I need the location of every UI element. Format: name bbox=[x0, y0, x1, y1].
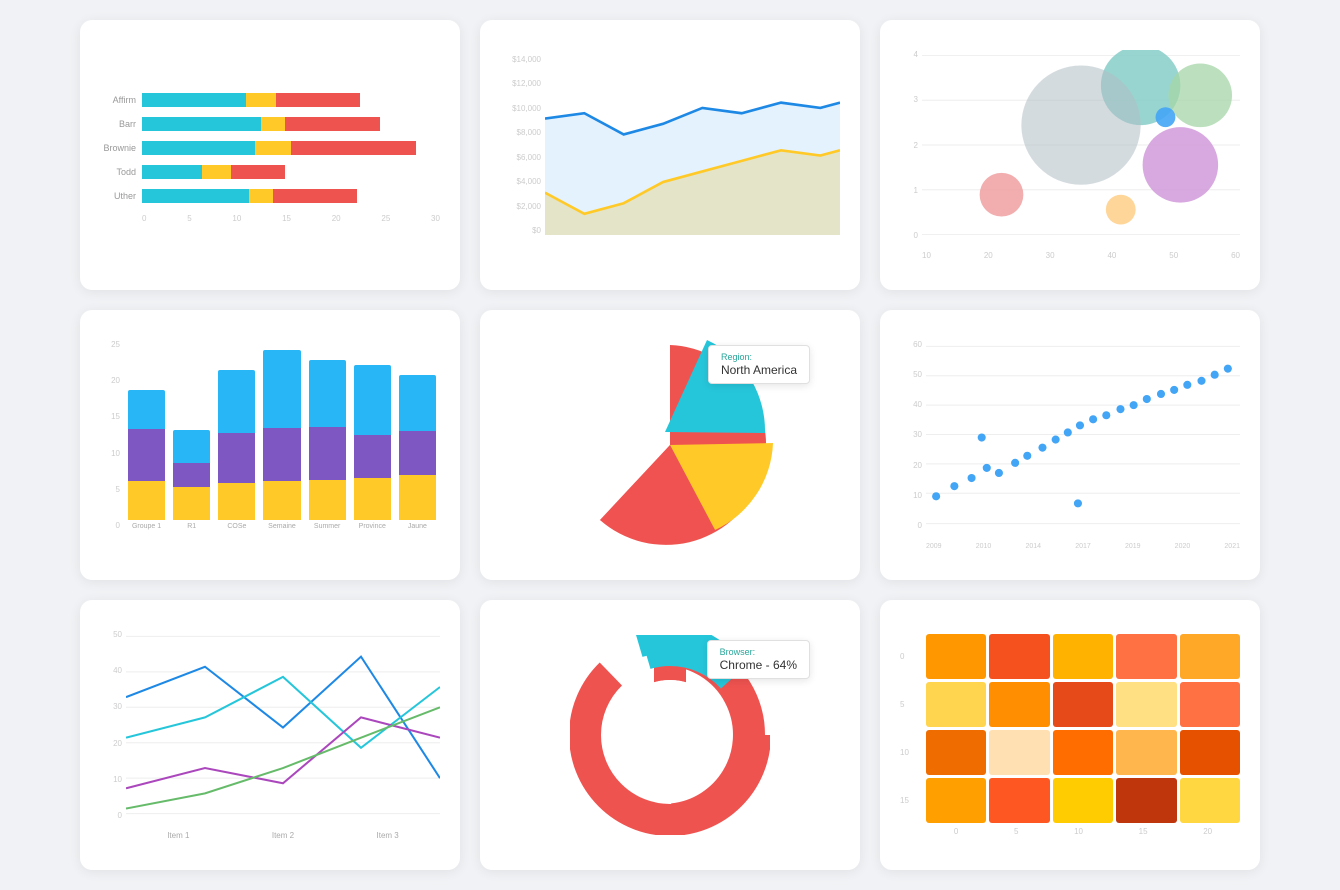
bubble-xlabel-1: 20 bbox=[984, 251, 993, 260]
bubble-ylabel-0: 4 bbox=[914, 50, 918, 59]
multiline-xlabel-0: Item 1 bbox=[167, 831, 189, 840]
sbar-ylabel-4: 5 bbox=[116, 485, 120, 494]
area-ylabel-7: $0 bbox=[532, 226, 541, 235]
bubble-xlabel-3: 40 bbox=[1107, 251, 1116, 260]
bubble-xlabel-2: 30 bbox=[1046, 251, 1055, 260]
card-area: $14,000 $12,000 $10,000 $8,000 $6,000 $4… bbox=[480, 20, 860, 290]
bubble-ylabel-4: 0 bbox=[914, 231, 918, 240]
chart-grid: Affirm Barr Brownie bbox=[80, 20, 1260, 870]
multiline-chart: 50 40 30 20 10 0 bbox=[100, 630, 440, 840]
pie-tooltip-value: North America bbox=[721, 363, 797, 377]
heatmap-cell bbox=[1053, 778, 1113, 823]
heatmap-cell bbox=[1116, 778, 1176, 823]
card-sbar: 25 20 15 10 5 0 Groupe 1 bbox=[80, 310, 460, 580]
area-ylabel-1: $12,000 bbox=[512, 79, 541, 88]
area-ylabel-4: $6,000 bbox=[517, 153, 541, 162]
card-scatter: 60 50 40 30 20 10 0 bbox=[880, 310, 1260, 580]
sbar-xlabel-3: Semaine bbox=[268, 523, 296, 530]
sbar-xlabel-1: R1 bbox=[187, 523, 196, 530]
hbar-axis-2: 10 bbox=[232, 214, 241, 223]
donut-tooltip-label: Browser: bbox=[720, 647, 797, 657]
sbar-ylabel-3: 10 bbox=[111, 449, 120, 458]
sbar-ylabel-5: 0 bbox=[116, 521, 120, 530]
sbar-xlabel-0: Groupe 1 bbox=[132, 523, 161, 530]
donut-tooltip-value: Chrome - 64% bbox=[720, 658, 797, 672]
pie-wrap: Region: North America bbox=[560, 335, 780, 555]
hbar-label-4: Uther bbox=[100, 191, 136, 201]
heatmap-cell bbox=[1053, 634, 1113, 679]
heatmap-chart: 0 5 10 15 bbox=[900, 620, 1240, 850]
card-donut: Browser: Chrome - 64% bbox=[480, 600, 860, 870]
bubble-chart: 4 3 2 1 0 bbox=[900, 50, 1240, 260]
heatmap-cell bbox=[1053, 682, 1113, 727]
multiline-svg bbox=[126, 630, 440, 820]
heatmap-cell bbox=[989, 682, 1049, 727]
area-ylabel-3: $8,000 bbox=[517, 128, 541, 137]
hbar-label-3: Todd bbox=[100, 167, 136, 177]
card-pie: Region: North America bbox=[480, 310, 860, 580]
sbar-ylabel-2: 15 bbox=[111, 412, 120, 421]
multiline-xlabel-2: Item 3 bbox=[377, 831, 399, 840]
heatmap-cell bbox=[1053, 730, 1113, 775]
pie-tooltip: Region: North America bbox=[708, 345, 810, 384]
sbar-xlabel-5: Province bbox=[359, 523, 386, 530]
heatmap-cell bbox=[989, 634, 1049, 679]
hbar-axis-6: 30 bbox=[431, 214, 440, 223]
scatter-chart: 60 50 40 30 20 10 0 bbox=[900, 340, 1240, 550]
bubble-xlabel-0: 10 bbox=[922, 251, 931, 260]
hbar-label-0: Affirm bbox=[100, 95, 136, 105]
donut-tooltip: Browser: Chrome - 64% bbox=[707, 640, 810, 679]
heatmap-cell bbox=[989, 778, 1049, 823]
heatmap-cell bbox=[1180, 778, 1240, 823]
hbar-axis-4: 20 bbox=[332, 214, 341, 223]
hbar-axis-5: 25 bbox=[381, 214, 390, 223]
area-ylabel-6: $2,000 bbox=[517, 202, 541, 211]
sbar-ylabel-1: 20 bbox=[111, 376, 120, 385]
heatmap-cell bbox=[1180, 682, 1240, 727]
area-svg bbox=[545, 55, 840, 235]
hbar-axis-0: 0 bbox=[142, 214, 146, 223]
heatmap-cell bbox=[1116, 730, 1176, 775]
heatmap-cell bbox=[926, 778, 986, 823]
card-multiline: 50 40 30 20 10 0 bbox=[80, 600, 460, 870]
heatmap-cell bbox=[926, 682, 986, 727]
hbar-label-2: Brownie bbox=[100, 143, 136, 153]
card-bubble: 4 3 2 1 0 bbox=[880, 20, 1260, 290]
area-ylabel-2: $10,000 bbox=[512, 104, 541, 113]
bubble-svg bbox=[922, 50, 1240, 240]
donut-wrap: Browser: Chrome - 64% bbox=[570, 635, 770, 835]
heatmap-cell bbox=[926, 634, 986, 679]
card-heatmap: 0 5 10 15 bbox=[880, 600, 1260, 870]
sbar-chart: 25 20 15 10 5 0 Groupe 1 bbox=[100, 340, 440, 550]
hbar-axis-3: 15 bbox=[282, 214, 291, 223]
area-ylabel-0: $14,000 bbox=[512, 55, 541, 64]
hbar-chart: Affirm Barr Brownie bbox=[100, 40, 440, 270]
multiline-xlabel-1: Item 2 bbox=[272, 831, 294, 840]
bubble-xlabel-5: 60 bbox=[1231, 251, 1240, 260]
bubble-ylabel-3: 1 bbox=[914, 186, 918, 195]
bubble-xlabel-4: 50 bbox=[1169, 251, 1178, 260]
bubble-ylabel-1: 3 bbox=[914, 95, 918, 104]
sbar-ylabel-0: 25 bbox=[111, 340, 120, 349]
bubble-ylabel-2: 2 bbox=[914, 141, 918, 150]
area-chart: $14,000 $12,000 $10,000 $8,000 $6,000 $4… bbox=[500, 55, 840, 255]
pie-tooltip-label: Region: bbox=[721, 352, 797, 362]
heatmap-cell bbox=[989, 730, 1049, 775]
scatter-svg bbox=[926, 340, 1240, 530]
heatmap-cell bbox=[926, 730, 986, 775]
sbar-xlabel-6: Jaune bbox=[408, 523, 427, 530]
sbar-xlabel-4: Summer bbox=[314, 523, 340, 530]
card-hbar: Affirm Barr Brownie bbox=[80, 20, 460, 290]
heatmap-cell bbox=[1180, 730, 1240, 775]
hbar-axis-1: 5 bbox=[187, 214, 191, 223]
heatmap-cell bbox=[1180, 634, 1240, 679]
hbar-label-1: Barr bbox=[100, 119, 136, 129]
area-ylabel-5: $4,000 bbox=[517, 177, 541, 186]
heatmap-cell bbox=[1116, 682, 1176, 727]
sbar-xlabel-2: COSe bbox=[227, 523, 246, 530]
heatmap-cell bbox=[1116, 634, 1176, 679]
